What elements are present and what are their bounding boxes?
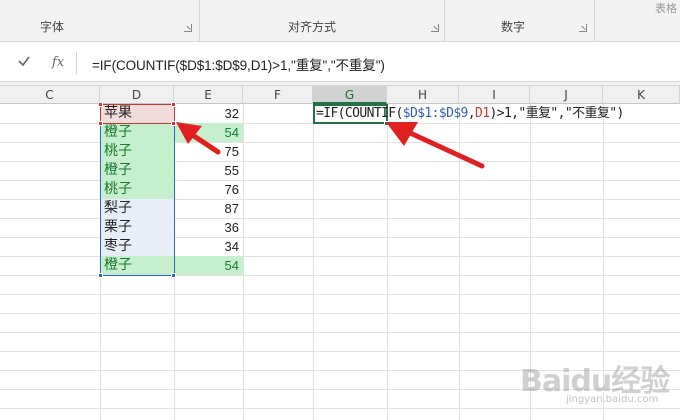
grid-row-line (0, 408, 680, 409)
formula-part-condition: )>1,"重复","不重复") (489, 106, 624, 121)
cell-d8[interactable]: 枣子 (101, 237, 174, 256)
range-handle-mid-right[interactable] (171, 121, 176, 126)
cell-e1[interactable]: 32 (175, 104, 243, 123)
baidu-watermark-url: jingyan.baidu.com (566, 394, 659, 405)
cell-e2[interactable]: 54 (175, 123, 243, 142)
cell-e9[interactable]: 54 (175, 256, 243, 275)
formula-part-comma: , (467, 106, 476, 121)
column-header-d[interactable]: D (100, 86, 174, 104)
column-header-h[interactable]: H (387, 86, 459, 104)
column-header-e[interactable]: E (174, 86, 243, 104)
cell-d3[interactable]: 桃子 (101, 142, 174, 161)
cell-e6[interactable]: 87 (175, 199, 243, 218)
ribbon-right-stub: 表格 (655, 2, 677, 15)
cell-d9[interactable]: 橙子 (101, 256, 174, 275)
grid-col-line (313, 104, 314, 420)
grid-col-line (243, 104, 244, 420)
cell-d2[interactable]: 橙子 (101, 123, 174, 142)
font-dialog-launcher-icon[interactable] (184, 24, 192, 32)
cell-e8[interactable]: 34 (175, 237, 243, 256)
range-handle-top-right[interactable] (171, 102, 176, 107)
cell-e7[interactable]: 36 (175, 218, 243, 237)
check-icon[interactable] (14, 54, 34, 72)
cell-e3[interactable]: 75 (175, 142, 243, 161)
formula-part-range-ref: $D$1:$D$9 (402, 106, 469, 121)
range-handle-bottom-right[interactable] (171, 273, 176, 278)
formula-bar-divider (76, 52, 77, 74)
formula-part-d1-ref: D1 (475, 106, 490, 121)
cell-e5[interactable]: 76 (175, 180, 243, 199)
cell-g1-formula[interactable]: =IF(COUNTIF($D$1:$D$9,D1)>1,"重复","不重复") (316, 104, 624, 123)
range-handle-bottom-left[interactable] (98, 273, 103, 278)
number-dialog-launcher-icon[interactable] (579, 24, 587, 32)
grid-row-line (0, 313, 680, 314)
formula-part-if-countif: =IF(COUNTIF( (316, 106, 403, 121)
cell-d6[interactable]: 梨子 (101, 199, 174, 218)
alignment-group: 对齐方式 (200, 0, 445, 42)
ribbon: 字体 对齐方式 数字 表格 (0, 0, 680, 42)
insert-function-icon[interactable]: fx (48, 54, 68, 72)
cell-d5[interactable]: 桃子 (101, 180, 174, 199)
column-header-j[interactable]: J (530, 86, 603, 104)
formula-bar: fx =IF(COUNTIF($D$1:$D$9,D1)>1,"重复","不重复… (0, 42, 680, 82)
column-header-f[interactable]: F (243, 86, 313, 104)
alignment-dialog-launcher-icon[interactable] (431, 24, 439, 32)
grid-col-line (387, 104, 388, 420)
cell-d1[interactable]: 苹果 (101, 104, 174, 123)
range-handle-mid-left[interactable] (98, 121, 103, 126)
alignment-group-label: 对齐方式 (288, 20, 337, 34)
formula-input[interactable]: =IF(COUNTIF($D$1:$D$9,D1)>1,"重复","不重复") (92, 54, 385, 74)
column-header-k[interactable]: K (603, 86, 680, 104)
cell-d4[interactable]: 橙子 (101, 161, 174, 180)
arrow-to-formula-icon (386, 122, 485, 169)
number-group-label: 数字 (501, 20, 526, 34)
grid-row-line (0, 332, 680, 333)
font-group: 字体 (0, 0, 200, 42)
range-handle-top-left[interactable] (98, 102, 103, 107)
grid-col-line (459, 104, 460, 420)
number-group: 数字 (445, 0, 595, 42)
column-header-g[interactable]: G (313, 86, 387, 104)
grid-row-line (0, 294, 680, 295)
column-header-i[interactable]: I (459, 86, 530, 104)
cell-d7[interactable]: 栗子 (101, 218, 174, 237)
font-group-label: 字体 (40, 20, 65, 34)
column-header-c[interactable]: C (0, 86, 100, 104)
cell-e4[interactable]: 55 (175, 161, 243, 180)
grid-row-line (0, 351, 680, 352)
